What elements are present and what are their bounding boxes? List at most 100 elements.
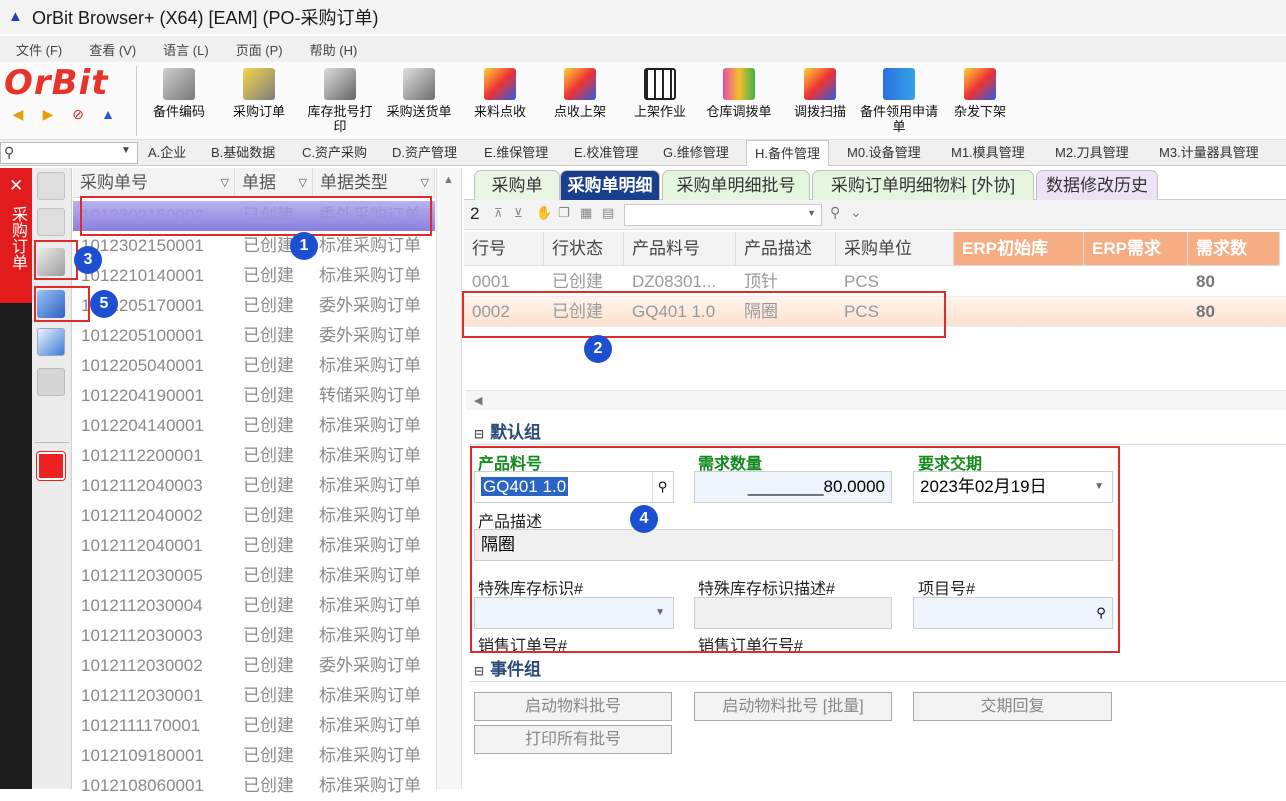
tab-purchase-order-detail[interactable]: 采购单明细 bbox=[560, 170, 660, 200]
table-row[interactable]: 1012112200001 已创建 标准采购订单 bbox=[73, 441, 435, 471]
table-row[interactable]: 1012204190001 已创建 转储采购订单 bbox=[73, 381, 435, 411]
tab-detail-outsourced-material[interactable]: 采购订单明细物料 [外协] bbox=[812, 170, 1034, 200]
columns-icon[interactable]: ▤ bbox=[602, 205, 614, 221]
table-row[interactable]: 1012112030004 已创建 标准采购订单 bbox=[73, 591, 435, 621]
close-icon[interactable]: ✕ bbox=[9, 176, 23, 196]
toolbar-btn-stock-print[interactable]: 库存批号打印 bbox=[302, 66, 378, 140]
table-row[interactable]: 1012111170001 已创建 标准采购订单 bbox=[73, 711, 435, 741]
copy-icon[interactable] bbox=[37, 208, 65, 236]
col-header-po-number[interactable]: 采购单号 ▽ bbox=[73, 168, 235, 198]
toolbar-btn-misc-issue[interactable]: 杂发下架 bbox=[946, 66, 1014, 140]
table-row[interactable]: 1012112030001 已创建 标准采购订单 bbox=[73, 681, 435, 711]
group-event-header[interactable]: ⊟ 事件组 bbox=[470, 658, 1286, 682]
side-tab-purchase-order[interactable]: ✕ 采购订单 bbox=[0, 168, 32, 303]
toolbar-btn-purchase-order[interactable]: 采购订单 bbox=[226, 66, 292, 140]
tab-equipment-management[interactable]: M0.设备管理 bbox=[839, 140, 929, 166]
tab-spare-parts-management[interactable]: H.备件管理 bbox=[746, 140, 830, 166]
stop-icon[interactable]: ⊘ bbox=[70, 106, 86, 122]
move-bottom-icon[interactable]: ⊻ bbox=[514, 206, 523, 220]
tab-maintenance-management[interactable]: E.维保管理 bbox=[476, 140, 556, 166]
tab-asset-management[interactable]: D.资产管理 bbox=[384, 140, 465, 166]
col-header-erp-initial-stock[interactable]: ERP初始库 bbox=[954, 232, 1084, 266]
col-header-status[interactable]: 单据 ▽ bbox=[235, 168, 313, 198]
table-cell: 1012112030001 bbox=[81, 686, 203, 705]
scroll-left-icon[interactable]: ◀ bbox=[474, 394, 482, 407]
toolbar-btn-receive[interactable]: 来料点收 bbox=[466, 66, 534, 140]
toolbar-btn-warehouse-transfer[interactable]: 仓库调拨单 bbox=[702, 66, 776, 140]
collapse-icon[interactable]: ⊟ bbox=[474, 427, 484, 441]
start-batch-button[interactable]: 启动物料批号 bbox=[474, 692, 672, 721]
col-header-line-no[interactable]: 行号 bbox=[464, 232, 544, 266]
table-cell: 标准采购订单 bbox=[319, 416, 421, 435]
tab-mold-management[interactable]: M1.模具管理 bbox=[943, 140, 1033, 166]
chevron-down-icon[interactable]: ⌄ bbox=[850, 204, 862, 221]
table-row[interactable]: 1012205040001 已创建 标准采购订单 bbox=[73, 351, 435, 381]
menu-page[interactable]: 页面 (P) bbox=[220, 40, 294, 59]
toolbar-btn-shelve[interactable]: 点收上架 bbox=[546, 66, 614, 140]
tab-basic-data[interactable]: B.基础数据 bbox=[203, 140, 283, 166]
tab-calibration-management[interactable]: E.校准管理 bbox=[566, 140, 646, 166]
search-icon[interactable]: ⚲ bbox=[830, 204, 840, 221]
tab-modification-history[interactable]: 数据修改历史 bbox=[1036, 170, 1158, 200]
horizontal-scrollbar[interactable]: ◀ bbox=[466, 390, 1286, 410]
col-header-demand-qty[interactable]: 需求数 bbox=[1188, 232, 1280, 266]
due-date-reply-button[interactable]: 交期回复 bbox=[913, 692, 1112, 721]
tab-purchase-order[interactable]: 采购单 bbox=[474, 170, 560, 200]
tab-repair-management[interactable]: G.维修管理 bbox=[655, 140, 737, 166]
copy-icon[interactable]: ❐ bbox=[558, 205, 570, 221]
back-arrow-icon[interactable]: ◀ bbox=[10, 106, 26, 122]
document-icon[interactable] bbox=[37, 172, 65, 200]
table-row[interactable]: 1012205100001 已创建 委外采购订单 bbox=[73, 321, 435, 351]
move-top-icon[interactable]: ⊼ bbox=[494, 206, 503, 220]
print-all-batches-button[interactable]: 打印所有批号 bbox=[474, 725, 672, 754]
col-header-part-no[interactable]: 产品料号 bbox=[624, 232, 736, 266]
table-cell: 标准采购订单 bbox=[319, 266, 421, 285]
col-header-purchase-unit[interactable]: 采购单位 bbox=[836, 232, 954, 266]
export-icon[interactable]: ▦ bbox=[580, 205, 592, 221]
tab-enterprise[interactable]: A.企业 bbox=[140, 140, 194, 166]
hand-icon[interactable]: ✋ bbox=[536, 205, 552, 221]
table-row[interactable]: 1012112040002 已创建 标准采购订单 bbox=[73, 501, 435, 531]
col-header-part-desc[interactable]: 产品描述 bbox=[736, 232, 836, 266]
scroll-up-icon[interactable]: ▲ bbox=[443, 174, 454, 186]
grid-filter-select[interactable]: ▼ bbox=[624, 204, 822, 226]
table-row[interactable]: 1012108060001 已创建 标准采购订单 bbox=[73, 771, 435, 801]
table-row[interactable]: 1012112030002 已创建 委外采购订单 bbox=[73, 651, 435, 681]
vertical-scrollbar[interactable]: ▲ bbox=[436, 168, 462, 789]
chevron-down-icon[interactable]: ▼ bbox=[121, 145, 131, 156]
col-header-line-status[interactable]: 行状态 bbox=[544, 232, 624, 266]
col-header-doc-type[interactable]: 单据类型 ▽ bbox=[313, 168, 435, 198]
tab-detail-batch[interactable]: 采购单明细批号 bbox=[662, 170, 810, 200]
table-row[interactable]: 1012112030005 已创建 标准采购订单 bbox=[73, 561, 435, 591]
home-icon[interactable]: ▲ bbox=[100, 106, 116, 122]
start-batch-bulk-button[interactable]: 启动物料批号 [批量] bbox=[694, 692, 892, 721]
module-search-input[interactable]: ⚲ ▼ bbox=[0, 142, 138, 164]
menu-language[interactable]: 语言 (L) bbox=[147, 40, 220, 59]
table-row[interactable]: 1012210140001 已创建 标准采购订单 bbox=[73, 261, 435, 291]
grid-toolbar: 2 ⊼ ⊻ ✋ ❐ ▦ ▤ ▼ ⚲ ⌄ bbox=[464, 200, 1286, 230]
table-row[interactable]: 1012112040001 已创建 标准采购订单 bbox=[73, 531, 435, 561]
menu-help[interactable]: 帮助 (H) bbox=[294, 40, 369, 59]
tab-gauge-management[interactable]: M3.计量器具管理 bbox=[1151, 140, 1267, 166]
table-row[interactable]: 1012112040003 已创建 标准采购订单 bbox=[73, 471, 435, 501]
toolbar-btn-transfer-scan[interactable]: 调拨扫描 bbox=[786, 66, 854, 140]
tab-asset-purchase[interactable]: C.资产采购 bbox=[294, 140, 375, 166]
col-header-erp-demand[interactable]: ERP需求 bbox=[1084, 232, 1188, 266]
table-row[interactable]: 1012204140001 已创建 标准采购订单 bbox=[73, 411, 435, 441]
forward-arrow-icon[interactable]: ▶ bbox=[40, 106, 56, 122]
toolbar-btn-delivery-note[interactable]: 采购送货单 bbox=[380, 66, 458, 140]
table-row[interactable]: 1012109180001 已创建 标准采购订单 bbox=[73, 741, 435, 771]
toolbar-btn-shelving-task[interactable]: 上架作业 bbox=[626, 66, 694, 140]
tab-tool-management[interactable]: M2.刀具管理 bbox=[1047, 140, 1137, 166]
menu-file[interactable]: 文件 (F) bbox=[0, 40, 73, 59]
refresh-arrow-icon[interactable] bbox=[37, 328, 65, 356]
toolbar-btn-part-code[interactable]: 备件编码 bbox=[146, 66, 212, 140]
table-row[interactable]: 1012205170001 已创建 委外采购订单 bbox=[73, 291, 435, 321]
eraser-icon[interactable] bbox=[37, 368, 65, 396]
table-row[interactable]: 1012112030003 已创建 标准采购订单 bbox=[73, 621, 435, 651]
collapse-icon[interactable]: ⊟ bbox=[474, 664, 484, 678]
menu-view[interactable]: 查看 (V) bbox=[73, 40, 147, 59]
group-default-header[interactable]: ⊟ 默认组 bbox=[470, 421, 1286, 445]
toolbar-btn-parts-request[interactable]: 备件领用申请单 bbox=[860, 66, 938, 140]
power-icon[interactable] bbox=[37, 452, 65, 480]
